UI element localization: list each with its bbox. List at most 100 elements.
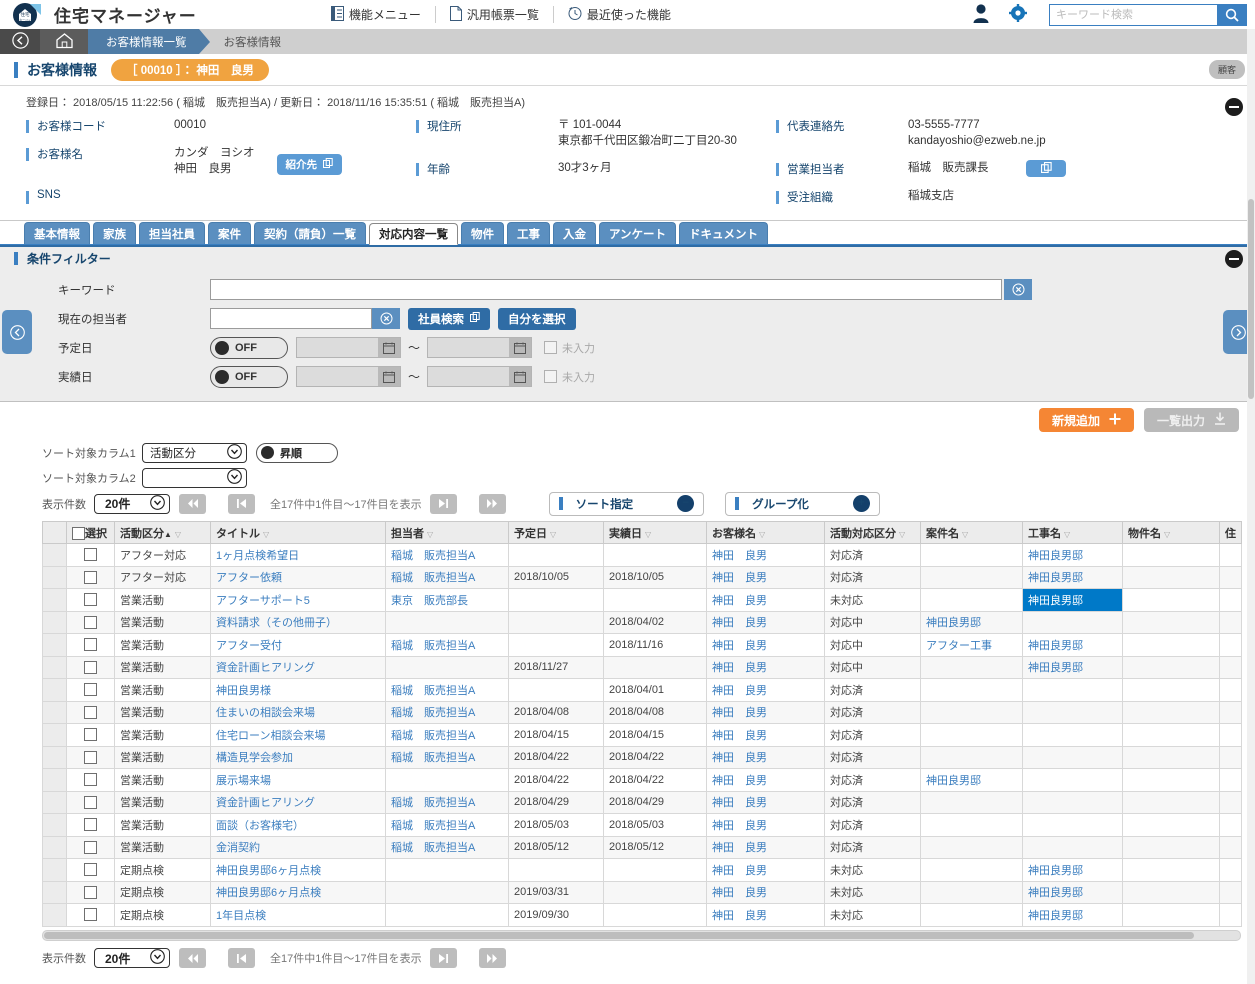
- tab-property[interactable]: 物件: [461, 222, 504, 244]
- row-checkbox-cell[interactable]: [66, 700, 115, 724]
- cell-customer-name[interactable]: 神田 良男: [706, 700, 825, 724]
- cell-project-name[interactable]: [920, 588, 1023, 612]
- cell-project-name[interactable]: [920, 813, 1023, 837]
- tab-construction[interactable]: 工事: [507, 222, 550, 244]
- cell-project-name[interactable]: 神田良男邸: [920, 768, 1023, 792]
- cell-property-name[interactable]: [1122, 768, 1220, 792]
- menu-reports[interactable]: 汎用帳票一覧: [436, 5, 553, 24]
- cell-construction-name[interactable]: [1022, 745, 1123, 769]
- cell-construction-name[interactable]: [1022, 610, 1123, 634]
- horizontal-scrollbar[interactable]: [42, 929, 1241, 941]
- filter-icon[interactable]: ▽: [759, 530, 765, 539]
- tab-document[interactable]: ドキュメント: [679, 222, 769, 244]
- sort-order-toggle[interactable]: 昇順: [256, 442, 338, 463]
- cell-title[interactable]: 神田良男様: [210, 678, 386, 702]
- planned-date-to-input[interactable]: [427, 337, 533, 358]
- checkbox-icon[interactable]: [544, 341, 558, 354]
- table-row[interactable]: 営業活動 面談（お客様宅） 稲城 販売担当A 2018/05/03 2018/05/03…: [42, 813, 1242, 837]
- breadcrumb-item-customer-list[interactable]: お客様情報一覧: [88, 29, 199, 54]
- table-row[interactable]: 営業活動 金消契約 稲城 販売担当A 2018/05/12 2018/05/12 神田 良…: [42, 835, 1242, 859]
- row-checkbox[interactable]: [84, 795, 97, 809]
- cell-property-name[interactable]: [1122, 700, 1220, 724]
- page-size-select-bottom[interactable]: 20件: [94, 948, 170, 968]
- group-by-panel[interactable]: グループ化 +: [725, 491, 880, 516]
- cell-title[interactable]: 構造見学会参加: [210, 745, 386, 769]
- cell-title[interactable]: アフター受付: [210, 633, 386, 657]
- cell-title[interactable]: 1ヶ月点検希望日: [210, 543, 386, 567]
- cell-property-name[interactable]: [1122, 633, 1220, 657]
- cell-title[interactable]: 資金計画ヒアリング: [210, 655, 386, 679]
- cell-construction-name[interactable]: 神田良男邸: [1022, 858, 1123, 882]
- planned-date-empty-check[interactable]: 未入力: [544, 340, 595, 356]
- prev-page-icon[interactable]: [228, 493, 255, 514]
- cell-customer-name[interactable]: 神田 良男: [706, 610, 825, 634]
- cell-project-name[interactable]: [920, 745, 1023, 769]
- row-checkbox[interactable]: [84, 683, 97, 697]
- row-checkbox-cell[interactable]: [66, 565, 115, 589]
- cell-customer-name[interactable]: 神田 良男: [706, 543, 825, 567]
- table-row[interactable]: アフター対応 アフター依頼 稲城 販売担当A 2018/10/05 2018/10/05…: [42, 565, 1242, 589]
- table-row[interactable]: 営業活動 構造見学会参加 稲城 販売担当A 2018/04/22 2018/04/22 神…: [42, 745, 1242, 769]
- minus-circle-icon[interactable]: [1225, 98, 1243, 116]
- table-row[interactable]: 営業活動 住宅ローン相談会来場 稲城 販売担当A 2018/04/15 2018/04/…: [42, 723, 1242, 747]
- cell-construction-name[interactable]: 神田良男邸: [1022, 633, 1123, 657]
- th-rep[interactable]: 担当者 ▽: [385, 521, 509, 544]
- row-checkbox[interactable]: [84, 773, 97, 787]
- cell-customer-name[interactable]: 神田 良男: [706, 835, 825, 859]
- filter-icon[interactable]: ▽: [263, 530, 269, 539]
- cell-customer-name[interactable]: 神田 良男: [706, 678, 825, 702]
- cell-title[interactable]: アフター依頼: [210, 565, 386, 589]
- sort-col2-select[interactable]: [142, 467, 247, 488]
- filter-icon[interactable]: ▽: [1064, 530, 1070, 539]
- cell-property-name[interactable]: [1122, 678, 1220, 702]
- cell-construction-name[interactable]: 神田良男邸: [1022, 903, 1123, 927]
- cell-customer-name[interactable]: 神田 良男: [706, 565, 825, 589]
- row-checkbox[interactable]: [84, 885, 97, 899]
- prev-page-icon[interactable]: [228, 948, 255, 968]
- cell-title[interactable]: アフターサポート5: [210, 588, 386, 612]
- cell-construction-name[interactable]: 神田良男邸: [1022, 565, 1123, 589]
- home-button[interactable]: [40, 29, 88, 54]
- cell-project-name[interactable]: [920, 880, 1023, 904]
- cell-title[interactable]: 金消契約: [210, 835, 386, 859]
- row-checkbox[interactable]: [84, 728, 97, 742]
- cell-project-name[interactable]: [920, 678, 1023, 702]
- row-checkbox-cell[interactable]: [66, 880, 115, 904]
- filter-icon[interactable]: ▽: [175, 530, 181, 539]
- th-property-name[interactable]: 物件名 ▽: [1122, 521, 1220, 544]
- table-row[interactable]: 営業活動 アフター受付 稲城 販売担当A 2018/11/16 神田 良男 対応中 アフター…: [42, 633, 1242, 657]
- cell-customer-name[interactable]: 神田 良男: [706, 655, 825, 679]
- cell-project-name[interactable]: アフター工事: [920, 633, 1023, 657]
- row-checkbox-cell[interactable]: [66, 768, 115, 792]
- last-page-icon[interactable]: [478, 948, 506, 968]
- th-activity-status[interactable]: 活動対応区分 ▽: [824, 521, 921, 544]
- export-list-button[interactable]: 一覧出力: [1143, 408, 1239, 432]
- select-all-checkbox[interactable]: [72, 527, 85, 541]
- filter-icon[interactable]: ▽: [899, 530, 905, 539]
- cell-customer-name[interactable]: 神田 良男: [706, 633, 825, 657]
- cell-property-name[interactable]: [1122, 903, 1220, 927]
- th-customer-name[interactable]: お客様名 ▽: [706, 521, 825, 544]
- table-row[interactable]: 営業活動 資金計画ヒアリング 稲城 販売担当A 2018/04/29 2018/04/2…: [42, 790, 1242, 814]
- cell-property-name[interactable]: [1122, 610, 1220, 634]
- cell-construction-name[interactable]: 神田良男邸: [1022, 543, 1123, 567]
- vertical-scrollbar[interactable]: [1247, 29, 1255, 984]
- current-rep-input[interactable]: [210, 308, 372, 329]
- cell-property-name[interactable]: [1122, 565, 1220, 589]
- select-self-button[interactable]: 自分を選択: [498, 307, 576, 330]
- cell-title[interactable]: 神田良男邸6ヶ月点検: [210, 858, 386, 882]
- actual-date-empty-check[interactable]: 未入力: [544, 369, 595, 385]
- table-row[interactable]: 定期点検 神田良男邸6ヶ月点検 神田 良男 未対応 神田良男邸: [42, 858, 1242, 882]
- cell-title[interactable]: 資金計画ヒアリング: [210, 790, 386, 814]
- row-checkbox-cell[interactable]: [66, 610, 115, 634]
- cell-property-name[interactable]: [1122, 835, 1220, 859]
- cell-property-name[interactable]: [1122, 745, 1220, 769]
- cell-property-name[interactable]: [1122, 655, 1220, 679]
- cell-title[interactable]: 展示場来場: [210, 768, 386, 792]
- cell-title[interactable]: 面談（お客様宅）: [210, 813, 386, 837]
- next-page-icon[interactable]: [429, 948, 457, 968]
- table-row[interactable]: 営業活動 資金計画ヒアリング 2018/11/27 神田 良男 対応中 神田良男邸: [42, 655, 1242, 679]
- keyword-clear-button[interactable]: [1004, 279, 1032, 300]
- person-icon[interactable]: [971, 3, 991, 27]
- row-checkbox-cell[interactable]: [66, 588, 115, 612]
